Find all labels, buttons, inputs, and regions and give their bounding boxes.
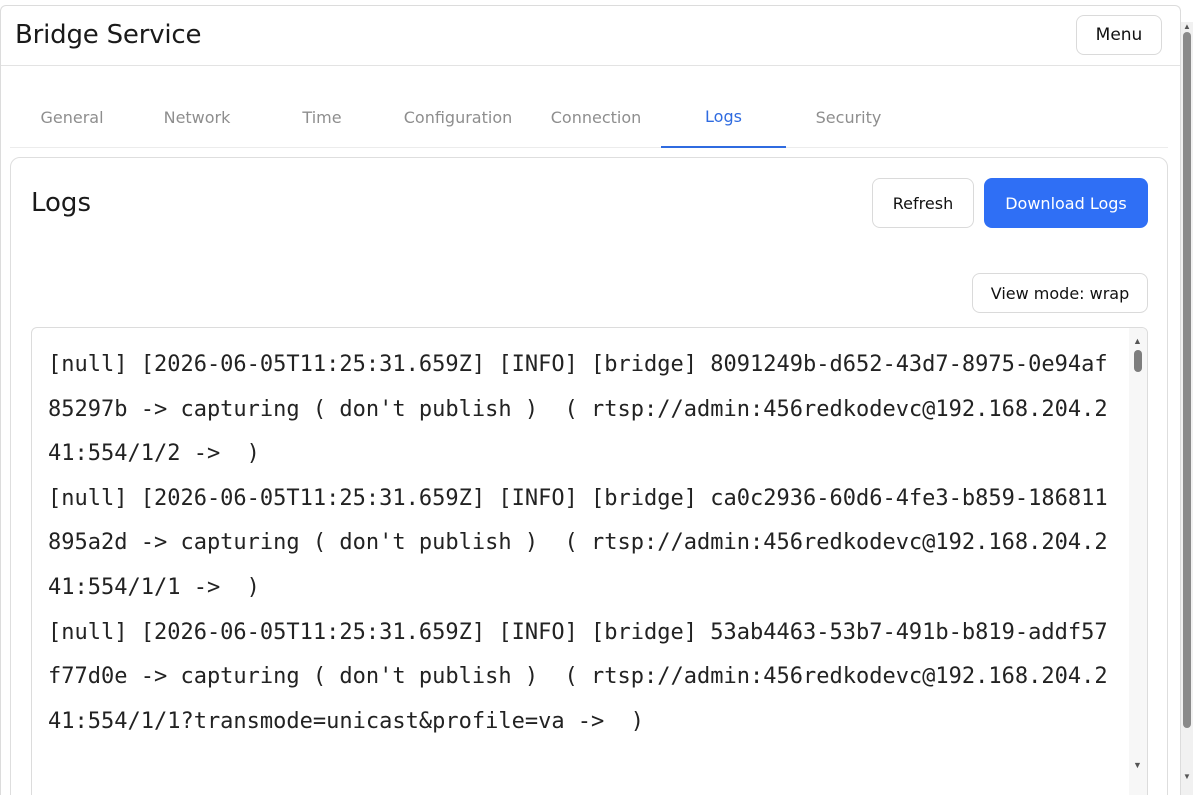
- tab-time[interactable]: Time: [260, 86, 384, 148]
- tab-configuration[interactable]: Configuration: [384, 86, 532, 148]
- log-content: [null] [2026-06-05T11:25:31.659Z] [INFO]…: [48, 343, 1118, 744]
- log-line: [null] [2026-06-05T11:25:31.659Z] [INFO]…: [48, 485, 1108, 600]
- scroll-up-arrow-icon[interactable]: ▲: [1133, 336, 1142, 346]
- log-viewer[interactable]: [null] [2026-06-05T11:25:31.659Z] [INFO]…: [31, 327, 1148, 795]
- app-title: Bridge Service: [15, 20, 202, 50]
- logs-panel: Logs Refresh Download Logs View mode: wr…: [10, 157, 1168, 795]
- menu-button[interactable]: Menu: [1076, 15, 1162, 55]
- refresh-button[interactable]: Refresh: [872, 178, 974, 228]
- log-scrollbar[interactable]: ▲ ▼: [1129, 328, 1147, 795]
- download-logs-button[interactable]: Download Logs: [984, 178, 1148, 228]
- log-line: [null] [2026-06-05T11:25:31.659Z] [INFO]…: [48, 619, 1108, 734]
- page-scroll-up-icon[interactable]: ▲: [1183, 22, 1191, 31]
- scroll-down-arrow-icon[interactable]: ▼: [1133, 760, 1142, 770]
- logs-title: Logs: [31, 188, 91, 218]
- view-mode-button[interactable]: View mode: wrap: [972, 273, 1148, 313]
- tab-connection[interactable]: Connection: [532, 86, 660, 148]
- tab-network[interactable]: Network: [134, 86, 260, 148]
- app-window: Bridge Service Menu General Network Time…: [0, 5, 1181, 795]
- tab-logs[interactable]: Logs: [661, 86, 786, 148]
- log-line: [null] [2026-06-05T11:25:31.659Z] [INFO]…: [48, 352, 1108, 467]
- tab-bar: General Network Time Configuration Conne…: [10, 86, 1168, 148]
- page-scrollbar-thumb[interactable]: [1183, 32, 1191, 728]
- app-header: Bridge Service Menu: [1, 6, 1180, 66]
- page-scrollbar[interactable]: ▲ ▼: [1181, 22, 1193, 795]
- page-scroll-down-icon[interactable]: ▼: [1183, 772, 1191, 781]
- log-scrollbar-thumb[interactable]: [1134, 350, 1142, 372]
- tab-security[interactable]: Security: [786, 86, 911, 148]
- tab-general[interactable]: General: [10, 86, 134, 148]
